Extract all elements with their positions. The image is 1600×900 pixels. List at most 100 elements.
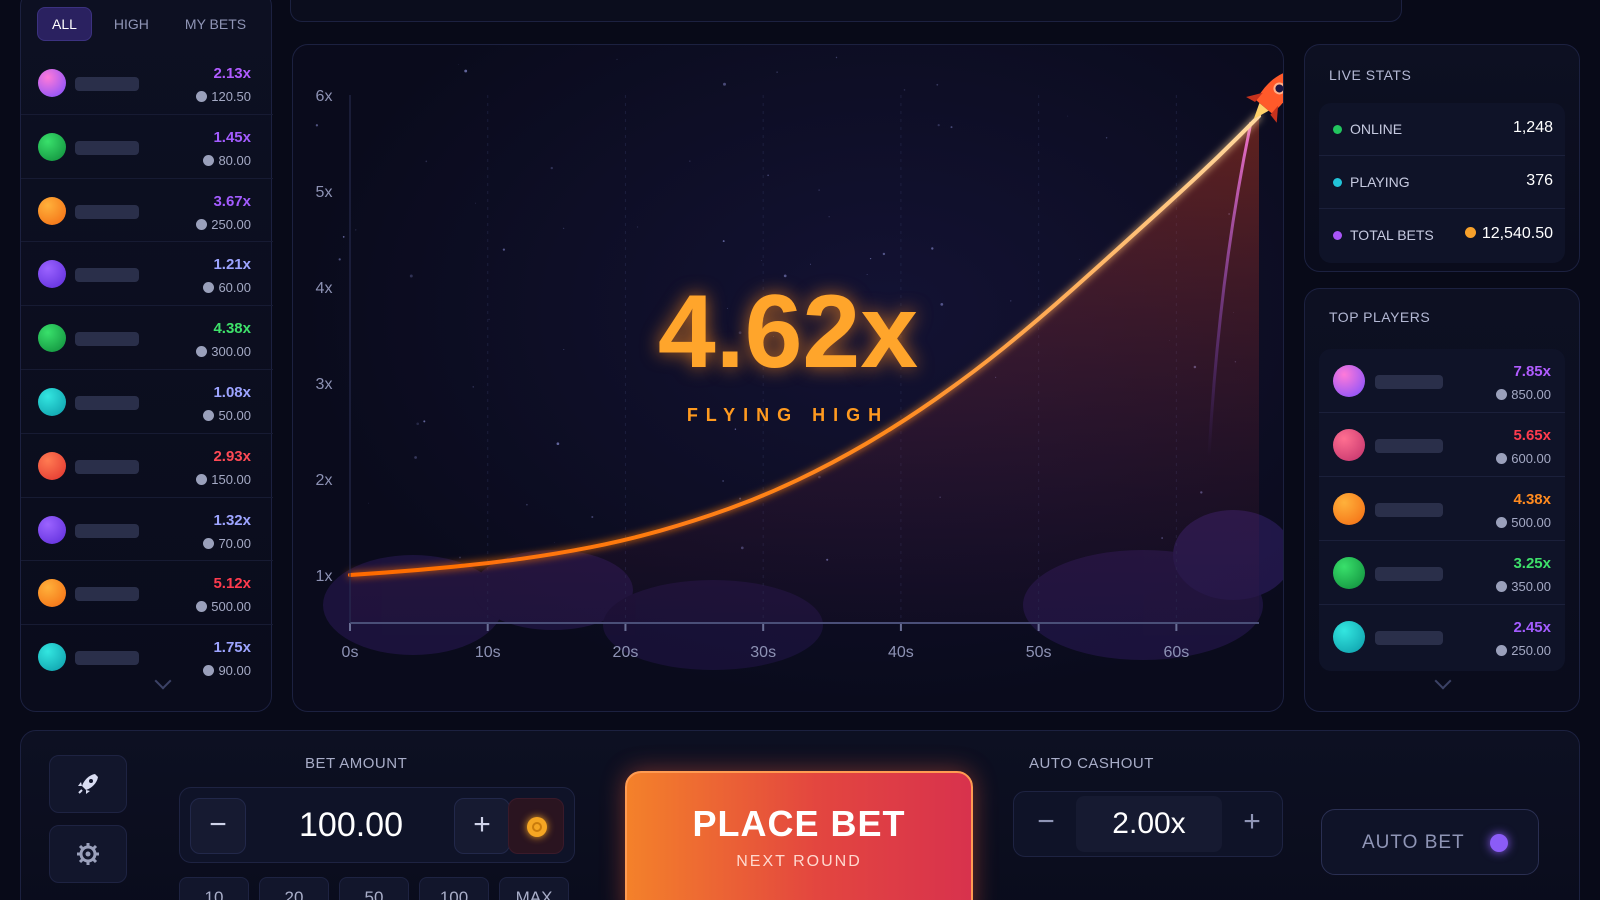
stat-value: 12,540.50 [1464,225,1553,243]
gear-icon [77,843,99,865]
coin-icon [196,91,208,102]
bet-amount-input: − 100.00 + [179,787,575,863]
star [882,252,886,256]
player-name-placeholder [75,204,139,219]
tab-high[interactable]: HIGH [100,7,163,41]
bet-amount-value: 120.50 [211,89,251,104]
avatar [1333,365,1365,397]
stat-total-bets: TOTAL BETS 12,540.50 [1319,209,1565,262]
coin-icon [196,601,208,613]
place-bet-button[interactable]: PLACE BET NEXT ROUND [625,771,973,900]
decrease-cashout-button[interactable]: − [1018,796,1074,852]
x-tick-label: 40s [888,644,914,661]
auto-cashout-input: − 2.00x + [1013,791,1283,857]
player-name-placeholder [1375,631,1443,645]
bet-multiplier: 1.75x [213,639,251,657]
player-amount-value: 500.00 [1511,515,1551,530]
star [828,216,830,218]
bet-row: 3.67x 250.00 [21,179,273,243]
currency-button[interactable] [508,798,564,854]
star [414,456,417,459]
bet-row: 1.32x 70.00 [21,498,273,562]
star [722,240,725,243]
tab-all[interactable]: ALL [37,7,92,41]
bet-amount-value: 300.00 [211,344,251,360]
x-tick-label: 60s [1163,644,1189,661]
coin-icon [1496,581,1508,592]
bet-multiplier: 5.12x [213,575,251,593]
total-bets-value: 12,540.50 [1481,225,1553,242]
player-amount: 850.00 [1496,387,1551,402]
place-bet-sublabel: NEXT ROUND [736,853,862,870]
bet-amount-value: 500.00 [211,599,251,615]
coin-icon [196,473,208,485]
player-multiplier: 2.45x [1513,619,1551,636]
top-players-panel: TOP PLAYERS 7.85x 850.00 5.65x 600.00 4.38x 5… [1304,288,1580,712]
avatar [1333,557,1365,589]
settings-button[interactable] [49,825,127,883]
star [936,83,939,86]
playing-dot-icon [1333,178,1342,187]
star [355,229,357,231]
bet-row: 1.08x 50.00 [21,370,273,434]
auto-bet-toggle[interactable]: AUTO BET [1321,809,1539,875]
place-bet-label: PLACE BET [692,803,906,844]
quick-amounts: 10 20 50 100 MAX [179,877,569,900]
quick-amount-50[interactable]: 50 [339,877,409,900]
star [475,202,476,204]
quick-amount-100[interactable]: 100 [419,877,489,900]
quick-amount-max[interactable]: MAX [499,877,569,900]
bet-list: 2.13x 120.50 1.45x 80.00 3.67x 250.00 1.21x 60.… [21,51,273,689]
bet-amount-value: 90.00 [218,663,251,679]
player-amount-value: 600.00 [1511,451,1551,466]
star [950,126,953,129]
star [734,428,737,430]
increase-cashout-button[interactable]: + [1224,796,1280,852]
y-tick-label: 5x [316,184,333,201]
y-tick-label: 2x [316,472,333,489]
player-multiplier: 4.38x [1513,491,1551,508]
star [425,160,428,163]
top-player-row: 3.25x 350.00 [1319,541,1565,605]
top-player-row: 5.65x 600.00 [1319,413,1565,477]
bet-amount-value: 80.00 [218,152,251,168]
player-name-placeholder [75,140,139,155]
quick-amount-10[interactable]: 10 [179,877,249,900]
player-multiplier: 3.25x [1513,555,1551,572]
rocket-mode-button[interactable] [49,755,127,813]
player-name-placeholder [75,587,139,602]
coin-icon [203,537,215,549]
quick-amount-20[interactable]: 20 [259,877,329,900]
bet-amount: 120.50 [196,89,251,104]
tab-my-bets[interactable]: MY BETS [171,7,260,41]
bet-multiplier: 1.21x [213,256,251,274]
stat-online: ONLINE 1,248 [1319,103,1565,156]
decrease-bet-button[interactable]: − [190,798,246,854]
x-tick-label: 30s [750,644,776,661]
player-name-placeholder [75,395,139,410]
top-players-title: TOP PLAYERS [1329,309,1431,325]
coin-icon [203,282,215,294]
chevron-down-icon[interactable] [1434,672,1452,690]
player-name-placeholder [75,523,139,538]
star [459,556,461,559]
star [835,56,838,59]
player-amount: 600.00 [1496,451,1551,466]
rocket-icon [1246,70,1283,123]
star [464,69,468,73]
player-name-placeholder [75,77,139,91]
auto-cashout-label: AUTO CASHOUT [1029,755,1154,772]
bet-amount-value: 70.00 [218,535,251,551]
x-tick-label: 50s [1026,644,1052,661]
bet-amount-value[interactable]: 100.00 [256,806,446,845]
top-player-row: 7.85x 850.00 [1319,349,1565,413]
star [556,442,560,446]
stat-value: 376 [1526,172,1553,189]
player-amount: 250.00 [1496,643,1551,658]
player-name-placeholder [1375,439,1443,453]
star [818,189,820,191]
stat-value: 1,248 [1512,119,1553,136]
avatar [1333,493,1365,525]
increase-bet-button[interactable]: + [454,798,510,854]
auto-cashout-value[interactable]: 2.00x [1076,796,1222,852]
